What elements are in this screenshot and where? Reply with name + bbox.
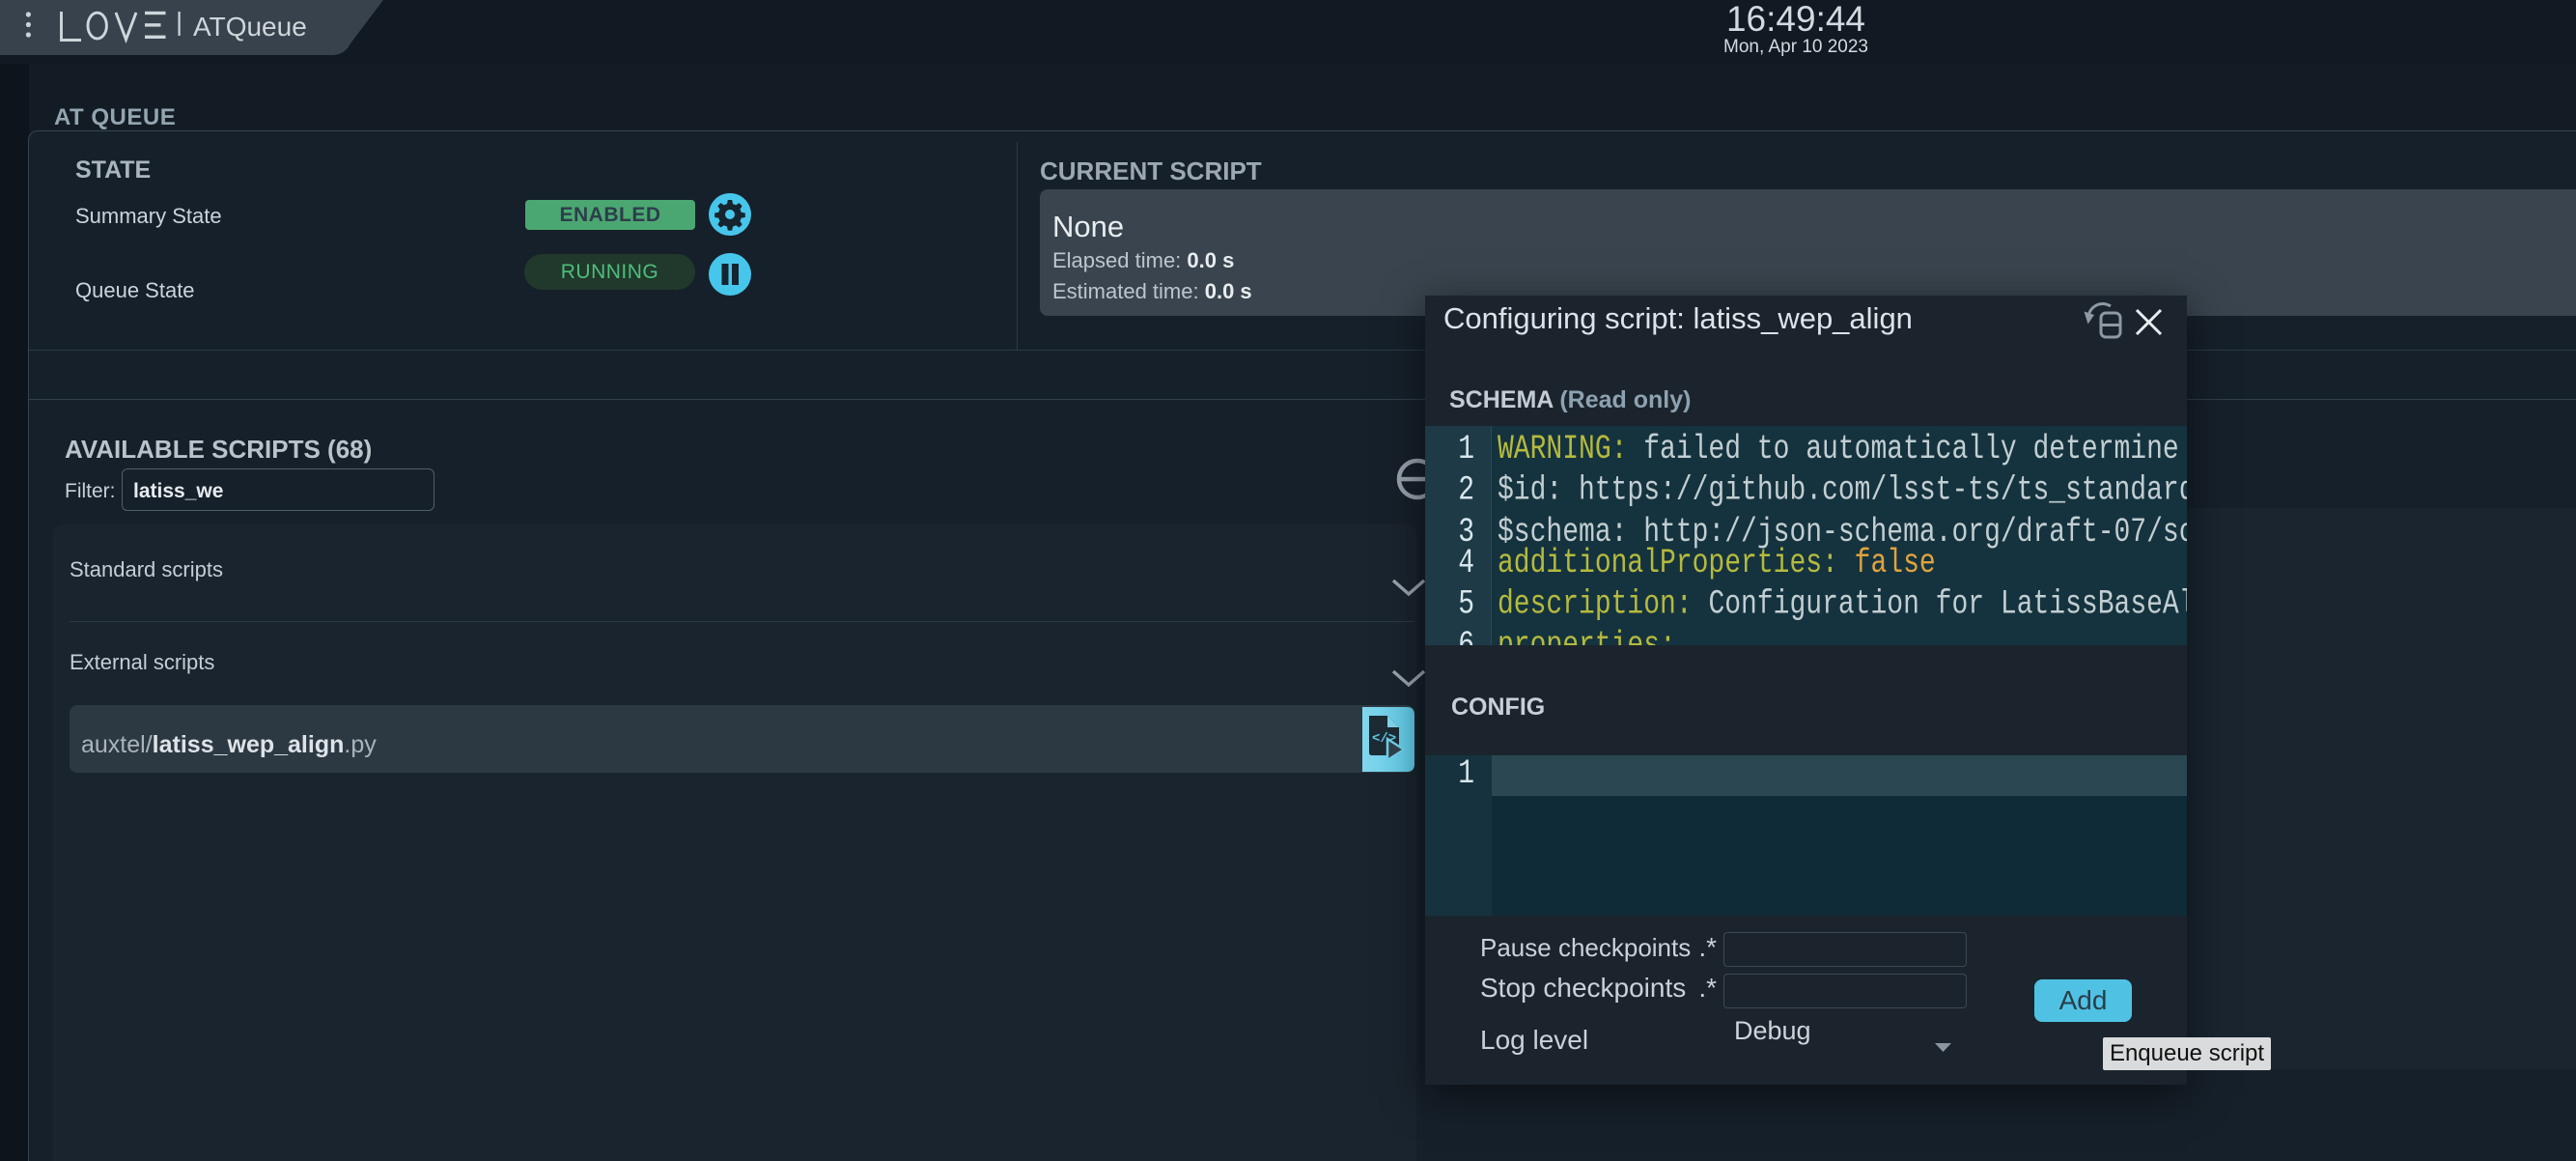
svg-text:ATQueue: ATQueue <box>193 12 307 42</box>
